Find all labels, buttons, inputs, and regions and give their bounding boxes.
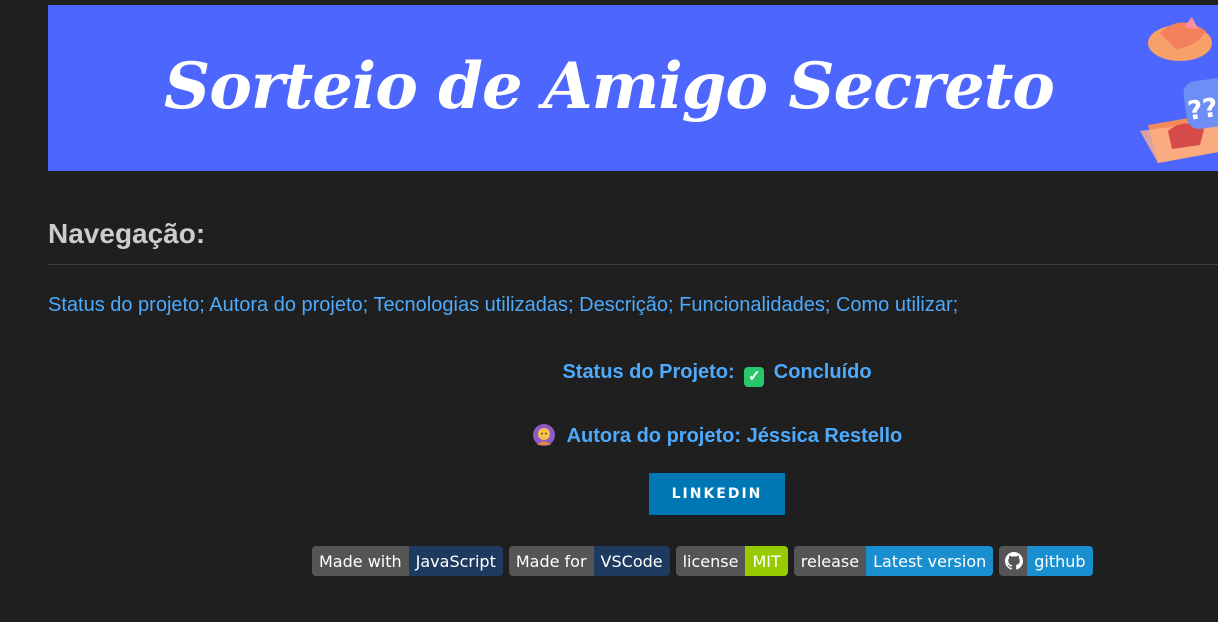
badge-right: Latest version — [866, 546, 994, 576]
badge-github[interactable]: github — [999, 546, 1093, 576]
nav-link-technologies[interactable]: Tecnologias utilizadas; — [373, 294, 573, 316]
badge-made-for-vscode[interactable]: Made for VSCode — [508, 546, 670, 576]
nav-link-author[interactable]: Autora do projeto; — [209, 294, 368, 316]
badge-right: JavaScript — [408, 546, 503, 576]
badge-right: MIT — [745, 546, 788, 576]
header-banner: Sorteio de Amigo Secreto ??? — [48, 5, 1218, 171]
badges-row: Made with JavaScript Made for VSCode lic… — [312, 546, 1093, 576]
badge-right: VSCode — [593, 546, 670, 576]
linkedin-button[interactable]: LINKEDIN — [649, 473, 785, 515]
navigation-heading: Navegação: — [48, 218, 206, 249]
nav-link-how-to-use[interactable]: Como utilizar; — [836, 294, 958, 316]
badge-left: license — [675, 546, 746, 576]
banner-title: Sorteio de Amigo Secreto — [164, 49, 1055, 124]
github-icon — [999, 546, 1028, 576]
badge-right: github — [1027, 546, 1093, 576]
woman-icon — [532, 424, 555, 446]
gift-box-question-icon: ??? — [1140, 17, 1218, 163]
check-mark-icon: ✓ — [744, 367, 765, 387]
gift-question-marks: ??? — [1186, 91, 1218, 127]
badge-left: release — [793, 546, 867, 576]
status-label: Status do Projeto: — [562, 361, 735, 383]
heading-divider — [48, 264, 1218, 265]
badge-made-with-javascript[interactable]: Made with JavaScript — [312, 546, 503, 576]
badge-license-mit[interactable]: license MIT — [675, 546, 788, 576]
navigation-links: Status do projeto; Autora do projeto; Te… — [48, 294, 958, 317]
status-value: Concluído — [773, 361, 872, 383]
project-author: Autora do projeto: Jéssica Restello — [0, 423, 1218, 448]
nav-link-description[interactable]: Descrição; — [579, 294, 673, 316]
nav-link-status[interactable]: Status do projeto; — [48, 294, 205, 316]
badge-left: Made with — [312, 546, 409, 576]
badge-release[interactable]: release Latest version — [793, 546, 994, 576]
badge-left: Made for — [508, 546, 594, 576]
project-status: Status do Projeto: ✓ Concluído — [0, 361, 1218, 387]
author-label: Autora do projeto: Jéssica Restello — [566, 425, 903, 447]
nav-link-features[interactable]: Funcionalidades; — [679, 294, 830, 316]
